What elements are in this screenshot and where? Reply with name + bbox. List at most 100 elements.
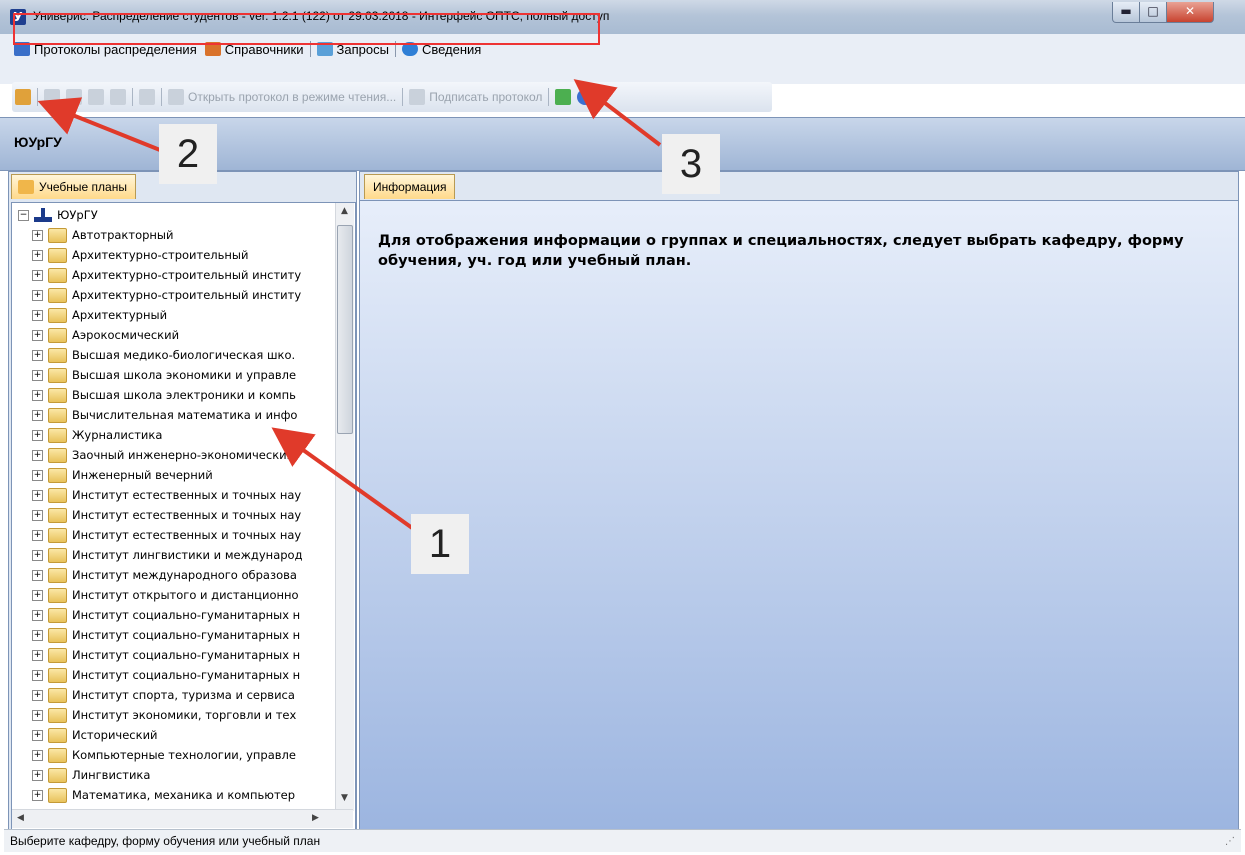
expand-icon[interactable]: + bbox=[32, 769, 43, 781]
tree-item[interactable]: + Институт лингвистики и международ bbox=[32, 545, 303, 565]
tree-item[interactable]: + Инженерный вечерний bbox=[32, 465, 213, 485]
folder-icon bbox=[48, 287, 67, 303]
tree-item[interactable]: + Архитектурно-строительный институ bbox=[32, 265, 301, 285]
expand-icon[interactable]: + bbox=[32, 369, 43, 381]
expand-icon[interactable]: + bbox=[32, 469, 43, 481]
expand-icon[interactable]: + bbox=[32, 689, 43, 701]
scroll-up-icon[interactable]: ▲ bbox=[341, 206, 348, 216]
toolbar: Открыть протокол в режиме чтения... Подп… bbox=[12, 82, 772, 112]
expand-icon[interactable]: + bbox=[32, 509, 43, 521]
home-button[interactable] bbox=[63, 89, 85, 105]
tree-item-label: Институт спорта, туризма и сервиса bbox=[72, 688, 295, 702]
tree-item[interactable]: + Институт открытого и дистанционно bbox=[32, 585, 299, 605]
expand-icon[interactable]: + bbox=[32, 669, 43, 681]
horizontal-scrollbar[interactable]: ◀ ▶ bbox=[12, 809, 353, 828]
open-readonly-button[interactable]: Открыть протокол в режиме чтения... bbox=[165, 89, 399, 105]
tree-item-label: Исторический bbox=[72, 728, 158, 742]
tree-item[interactable]: + Институт социально-гуманитарных н bbox=[32, 665, 300, 685]
tree-item[interactable]: + Институт социально-гуманитарных н bbox=[32, 605, 300, 625]
tree-view[interactable]: − ЮУрГУ + Автотракторный + Архитектурно-строи… bbox=[11, 202, 356, 830]
expand-icon[interactable]: + bbox=[32, 229, 43, 241]
folder-icon bbox=[48, 467, 67, 483]
tab-study-plans[interactable]: Учебные планы bbox=[11, 174, 136, 199]
sign-protocol-button[interactable]: Подписать протокол bbox=[406, 89, 545, 105]
about-button[interactable] bbox=[574, 89, 596, 105]
tools-button[interactable] bbox=[85, 89, 107, 105]
tree-item[interactable]: + Журналистика bbox=[32, 425, 162, 445]
expand-icon[interactable]: + bbox=[32, 709, 43, 721]
sign-protocol-label: Подписать протокол bbox=[429, 90, 543, 104]
tree-item[interactable]: + Институт международного образова bbox=[32, 565, 297, 585]
annotation-highlight-box bbox=[13, 13, 600, 45]
user-button[interactable] bbox=[107, 89, 129, 105]
tree-item[interactable]: + Компьютерные технологии, управле bbox=[32, 745, 296, 765]
tree-item[interactable]: + Институт спорта, туризма и сервиса bbox=[32, 685, 295, 705]
edit-button[interactable] bbox=[41, 89, 63, 105]
tree-item-label: Высшая школа экономики и управле bbox=[72, 368, 297, 382]
expand-icon[interactable]: + bbox=[32, 649, 43, 661]
expand-icon[interactable]: + bbox=[32, 529, 43, 541]
expand-icon[interactable]: + bbox=[32, 289, 43, 301]
expand-icon[interactable]: + bbox=[32, 429, 43, 441]
expand-icon[interactable]: + bbox=[32, 409, 43, 421]
expand-icon[interactable]: + bbox=[32, 609, 43, 621]
expand-icon[interactable]: + bbox=[32, 349, 43, 361]
folder-icon bbox=[48, 707, 67, 723]
minimize-button[interactable]: ▬ bbox=[1112, 2, 1140, 23]
scroll-right-icon[interactable]: ▶ bbox=[312, 813, 319, 823]
tree-item[interactable]: + Вычислительная математика и инфо bbox=[32, 405, 297, 425]
tree-item[interactable]: + Аэрокосмический bbox=[32, 325, 179, 345]
expand-icon[interactable]: + bbox=[32, 589, 43, 601]
tree-item-label: Архитектурно-строительный bbox=[72, 248, 249, 262]
tree-root[interactable]: − ЮУрГУ bbox=[18, 205, 98, 225]
expand-icon[interactable]: + bbox=[32, 309, 43, 321]
folder-icon bbox=[48, 607, 67, 623]
expand-icon[interactable]: + bbox=[32, 549, 43, 561]
folder-icon bbox=[48, 307, 67, 323]
expand-icon[interactable]: + bbox=[32, 789, 43, 801]
tree-item[interactable]: + Институт естественных и точных нау bbox=[32, 485, 301, 505]
export-button[interactable] bbox=[552, 89, 574, 105]
tree-item[interactable]: + Лингвистика bbox=[32, 765, 150, 785]
scroll-down-icon[interactable]: ▼ bbox=[341, 793, 348, 803]
close-button[interactable]: ✕ bbox=[1166, 2, 1214, 23]
print-button[interactable] bbox=[136, 89, 158, 105]
collapse-icon[interactable]: − bbox=[18, 209, 29, 221]
tree-root-label: ЮУрГУ bbox=[57, 208, 98, 222]
expand-icon[interactable]: + bbox=[32, 749, 43, 761]
resize-grip-icon[interactable]: ⋰ bbox=[1225, 836, 1235, 847]
vertical-scroll-thumb[interactable] bbox=[337, 225, 353, 434]
tree-item-label: Лингвистика bbox=[72, 768, 151, 782]
tree-item[interactable]: + Высшая школа экономики и управле bbox=[32, 365, 296, 385]
study-plans-icon bbox=[18, 180, 34, 194]
tree-item[interactable]: + Заочный инженерно-экономический bbox=[32, 445, 294, 465]
tree-item[interactable]: + Институт естественных и точных нау bbox=[32, 525, 301, 545]
tab-information[interactable]: Информация bbox=[364, 174, 456, 199]
tree-item[interactable]: + Архитектурно-строительный институ bbox=[32, 285, 301, 305]
expand-icon[interactable]: + bbox=[32, 329, 43, 341]
expand-icon[interactable]: + bbox=[32, 249, 43, 261]
tree-item[interactable]: + Институт социально-гуманитарных н bbox=[32, 645, 300, 665]
expand-icon[interactable]: + bbox=[32, 269, 43, 281]
maximize-button[interactable]: □ bbox=[1139, 2, 1167, 23]
tree-item[interactable]: + Архитектурно-строительный bbox=[32, 245, 248, 265]
tree-item[interactable]: + Институт естественных и точных нау bbox=[32, 505, 301, 525]
tree-item[interactable]: + Высшая школа электроники и компь bbox=[32, 385, 296, 405]
tree-item[interactable]: + Автотракторный bbox=[32, 225, 173, 245]
tree-item[interactable]: + Институт социально-гуманитарных н bbox=[32, 625, 300, 645]
tree-item[interactable]: + Высшая медико-биологическая шко. bbox=[32, 345, 295, 365]
tools-icon bbox=[88, 89, 104, 105]
expand-icon[interactable]: + bbox=[32, 389, 43, 401]
tree-item[interactable]: + Институт экономики, торговли и тех bbox=[32, 705, 296, 725]
expand-icon[interactable]: + bbox=[32, 569, 43, 581]
expand-icon[interactable]: + bbox=[32, 729, 43, 741]
expand-icon[interactable]: + bbox=[32, 629, 43, 641]
tree-item[interactable]: + Архитектурный bbox=[32, 305, 167, 325]
tree-item[interactable]: + Исторический bbox=[32, 725, 158, 745]
open-protocol-button[interactable] bbox=[12, 89, 34, 105]
tree-item[interactable]: + Математика, механика и компьютер bbox=[32, 785, 295, 805]
expand-icon[interactable]: + bbox=[32, 489, 43, 501]
scroll-left-icon[interactable]: ◀ bbox=[17, 813, 24, 823]
expand-icon[interactable]: + bbox=[32, 449, 43, 461]
tree-item-label: Аэрокосмический bbox=[72, 328, 180, 342]
